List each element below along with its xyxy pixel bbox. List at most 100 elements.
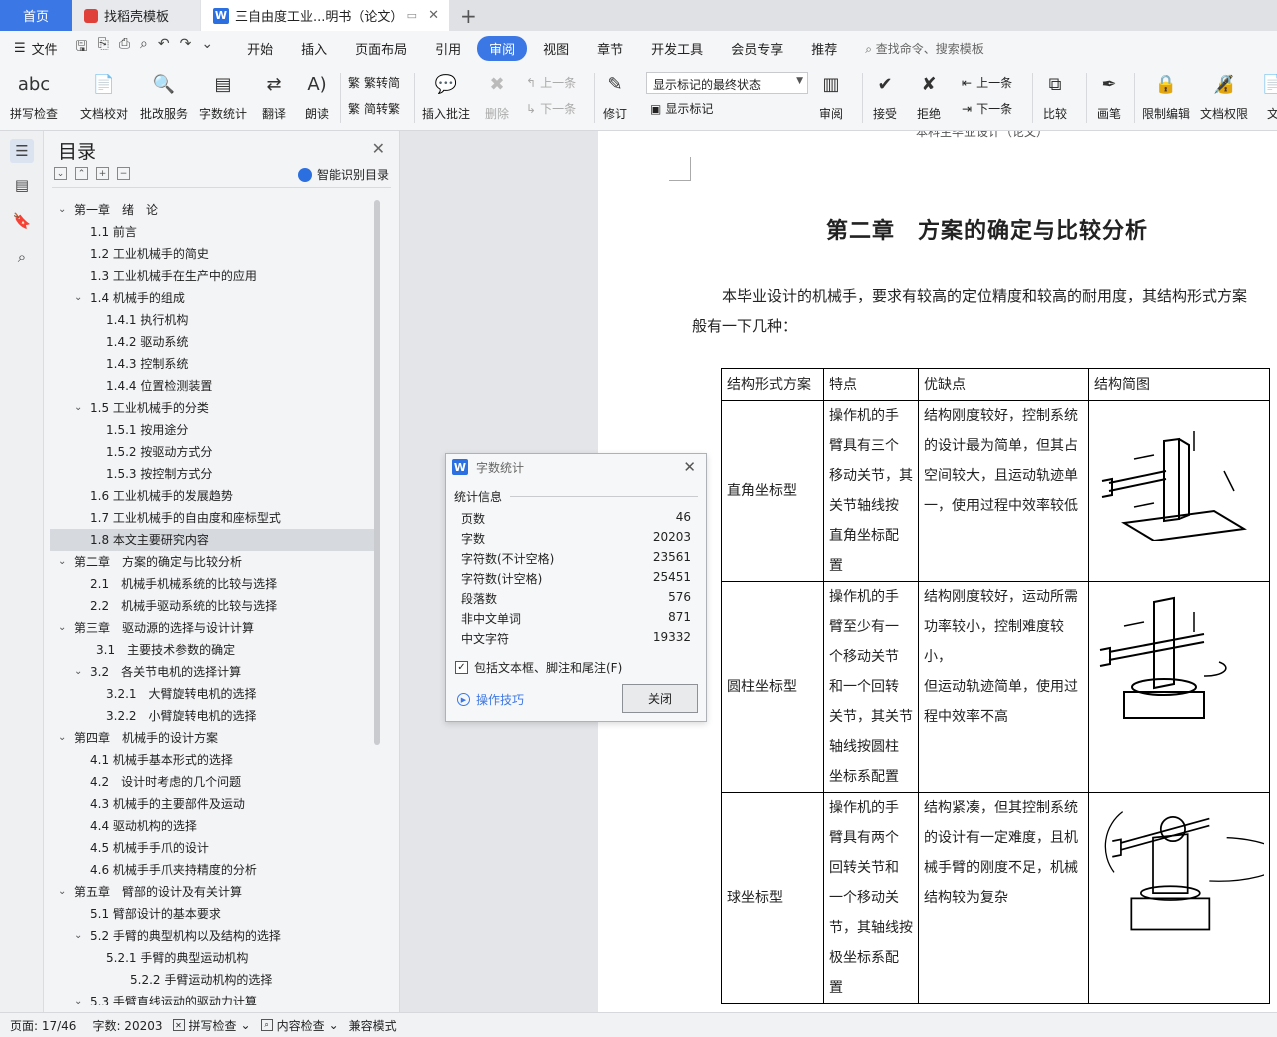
chevron-down-icon[interactable]: ⌄	[74, 925, 82, 947]
ribbon-tab[interactable]: 会员专享	[719, 36, 795, 61]
next-comment-button[interactable]: ↳ 下一条	[526, 100, 576, 117]
undo-icon[interactable]: ↶	[158, 36, 170, 60]
toc-item[interactable]: 4.4 驱动机构的选择	[50, 815, 376, 837]
chevron-down-icon[interactable]: ⌄	[58, 617, 66, 639]
toc-item[interactable]: 1.3 工业机械手在生产中的应用	[50, 265, 376, 287]
read-aloud-button[interactable]: A) 朗读	[302, 69, 332, 122]
next-change-button[interactable]: ⇥ 下一条	[962, 100, 1012, 117]
ribbon-tab[interactable]: 插入	[289, 36, 339, 61]
toc-item[interactable]: ⌄ 第五章 臂部的设计及有关计算	[50, 881, 376, 903]
toc-item[interactable]: ⌄ 第二章 方案的确定与比较分析	[50, 551, 376, 573]
accept-button[interactable]: ✔ 接受	[870, 69, 900, 122]
toc-item[interactable]: ⌄ 5.3 手臂直线运动的驱动力计算	[50, 991, 376, 1005]
spell-check-button[interactable]: abc 拼写检查	[10, 69, 58, 122]
close-tab-icon[interactable]: ✕	[428, 8, 439, 23]
print-preview-icon[interactable]: ⌕	[140, 36, 148, 60]
toc-item[interactable]: 5.2.2 手臂运动机构的选择	[50, 969, 376, 991]
toc-item[interactable]: ⌄ 第四章 机械手的设计方案	[50, 727, 376, 749]
print-icon[interactable]: ⎙	[119, 36, 130, 60]
doc-rights-button[interactable]: 🔏 文档权限	[1200, 69, 1248, 122]
include-textbox-checkbox[interactable]: ✓ 包括文本框、脚注和尾注(F)	[455, 659, 622, 676]
tab-document[interactable]: W 三自由度工业...明书（论文） ▭ ✕	[201, 0, 449, 31]
ribbon-tab[interactable]: 审阅	[477, 35, 528, 61]
close-icon[interactable]: ✕	[372, 139, 385, 158]
toc-item[interactable]: 4.5 机械手手爪的设计	[50, 837, 376, 859]
tab-home[interactable]: 首页	[0, 0, 72, 31]
doc-proof-button[interactable]: 📄 文档校对	[80, 69, 128, 122]
markup-state-select[interactable]: 显示标记的最终状态 ▼	[646, 72, 808, 94]
page-indicator[interactable]: 页面: 17/46	[10, 1017, 76, 1034]
content-check-status[interactable]: ⌕ 内容检查 ⌄	[260, 1017, 339, 1034]
spell-check-status[interactable]: ✕ 拼写检查 ⌄	[172, 1017, 251, 1034]
toc-item[interactable]: 1.5.1 按用途分	[50, 419, 376, 441]
doc-cut-button[interactable]: 📄 文	[1258, 69, 1277, 122]
toc-item[interactable]: 4.3 机械手的主要部件及运动	[50, 793, 376, 815]
toc-item[interactable]: 4.1 机械手基本形式的选择	[50, 749, 376, 771]
collapse-all-icon[interactable]: ⌄	[54, 167, 67, 180]
toc-item[interactable]: 1.6 工业机械手的发展趋势	[50, 485, 376, 507]
insert-comment-button[interactable]: 💬 插入批注	[422, 69, 470, 122]
prev-change-button[interactable]: ⇤ 上一条	[962, 74, 1012, 91]
toc-item[interactable]: 2.1 机械手机械系统的比较与选择	[50, 573, 376, 595]
toc-item[interactable]: 3.2.1 大臂旋转电机的选择	[50, 683, 376, 705]
bookmark-icon[interactable]: 🔖	[10, 209, 34, 233]
chapter-nav-icon[interactable]: ▤	[10, 173, 34, 197]
batch-service-button[interactable]: 🔍 批改服务	[140, 69, 188, 122]
toc-item[interactable]: 1.7 工业机械手的自由度和座标型式	[50, 507, 376, 529]
review-pane-button[interactable]: ▥ 审阅	[816, 69, 846, 122]
toc-item[interactable]: ⌄ 第一章 绪 论	[50, 199, 376, 221]
ribbon-tab[interactable]: 页面布局	[343, 36, 419, 61]
toc-item[interactable]: ⌄ 3.2 各关节电机的选择计算	[50, 661, 376, 683]
chevron-down-icon[interactable]: ⌄	[74, 397, 82, 419]
expand-all-icon[interactable]: ⌃	[75, 167, 88, 180]
toc-item[interactable]: 4.2 设计时考虑的几个问题	[50, 771, 376, 793]
prev-comment-button[interactable]: ↰ 上一条	[526, 74, 576, 91]
redo-icon[interactable]: ↷	[180, 36, 192, 60]
ribbon-tab[interactable]: 章节	[585, 36, 635, 61]
track-changes-button[interactable]: ✎ 修订	[600, 69, 630, 122]
toc-item[interactable]: 1.5.3 按控制方式分	[50, 463, 376, 485]
toc-item[interactable]: ⌄ 1.4 机械手的组成	[50, 287, 376, 309]
ribbon-tab[interactable]: 引用	[423, 36, 473, 61]
toc-item[interactable]: ⌄ 1.5 工业机械手的分类	[50, 397, 376, 419]
search-icon[interactable]: ⌕	[10, 245, 34, 269]
smart-toc-button[interactable]: 智能识别目录	[297, 166, 389, 183]
toc-scrollbar[interactable]	[374, 200, 380, 745]
toc-item[interactable]: 3.1 主要技术参数的确定	[50, 639, 376, 661]
reject-button[interactable]: ✘ 拒绝	[914, 69, 944, 122]
chevron-down-icon[interactable]: ⌄	[58, 199, 66, 221]
translate-button[interactable]: ⇄ 翻译	[259, 69, 289, 122]
toc-item[interactable]: 1.8 本文主要研究内容	[50, 529, 376, 551]
tips-link[interactable]: ▶ 操作技巧	[457, 691, 524, 708]
new-tab-button[interactable]: +	[460, 4, 477, 28]
ribbon-tab[interactable]: 推荐	[799, 36, 849, 61]
compare-button[interactable]: ⧉ 比较	[1040, 69, 1070, 122]
word-count-button[interactable]: ▤ 字数统计	[199, 69, 247, 122]
remove-heading-icon[interactable]: −	[117, 167, 130, 180]
window-pin-icon[interactable]: ▭	[407, 9, 417, 22]
chevron-down-icon[interactable]: ⌄	[74, 287, 82, 309]
command-search[interactable]: ⌕ 查找命令、搜索模板	[865, 40, 984, 57]
more-chevron-icon[interactable]: ⌄	[201, 36, 213, 60]
chevron-down-icon[interactable]: ⌄	[58, 551, 66, 573]
delete-comment-button[interactable]: ✖ 删除	[482, 69, 512, 122]
word-count-indicator[interactable]: 字数: 20203	[92, 1017, 162, 1034]
toc-item[interactable]: 1.4.1 执行机构	[50, 309, 376, 331]
toc-item[interactable]: 1.4.2 驱动系统	[50, 331, 376, 353]
export-pdf-icon[interactable]: ⎘	[98, 36, 109, 60]
toc-item[interactable]: ⌄ 5.2 手臂的典型机构以及结构的选择	[50, 925, 376, 947]
chevron-down-icon[interactable]: ⌄	[58, 881, 66, 903]
to-simplified-button[interactable]: 繁 简转繁	[348, 100, 400, 117]
chevron-down-icon[interactable]: ⌄	[74, 661, 82, 683]
toc-item[interactable]: 5.2.1 手臂的典型运动机构	[50, 947, 376, 969]
ribbon-tab[interactable]: 开始	[235, 36, 285, 61]
chevron-down-icon[interactable]: ⌄	[74, 991, 82, 1005]
toc-item[interactable]: 1.1 前言	[50, 221, 376, 243]
toc-item[interactable]: 1.4.4 位置检测装置	[50, 375, 376, 397]
toc-item[interactable]: 1.4.3 控制系统	[50, 353, 376, 375]
add-heading-icon[interactable]: +	[96, 167, 109, 180]
show-markup-button[interactable]: ▣ 显示标记	[650, 100, 713, 117]
ink-button[interactable]: ✒ 画笔	[1094, 69, 1124, 122]
restrict-edit-button[interactable]: 🔒 限制编辑	[1142, 69, 1190, 122]
ribbon-tab[interactable]: 视图	[531, 36, 581, 61]
